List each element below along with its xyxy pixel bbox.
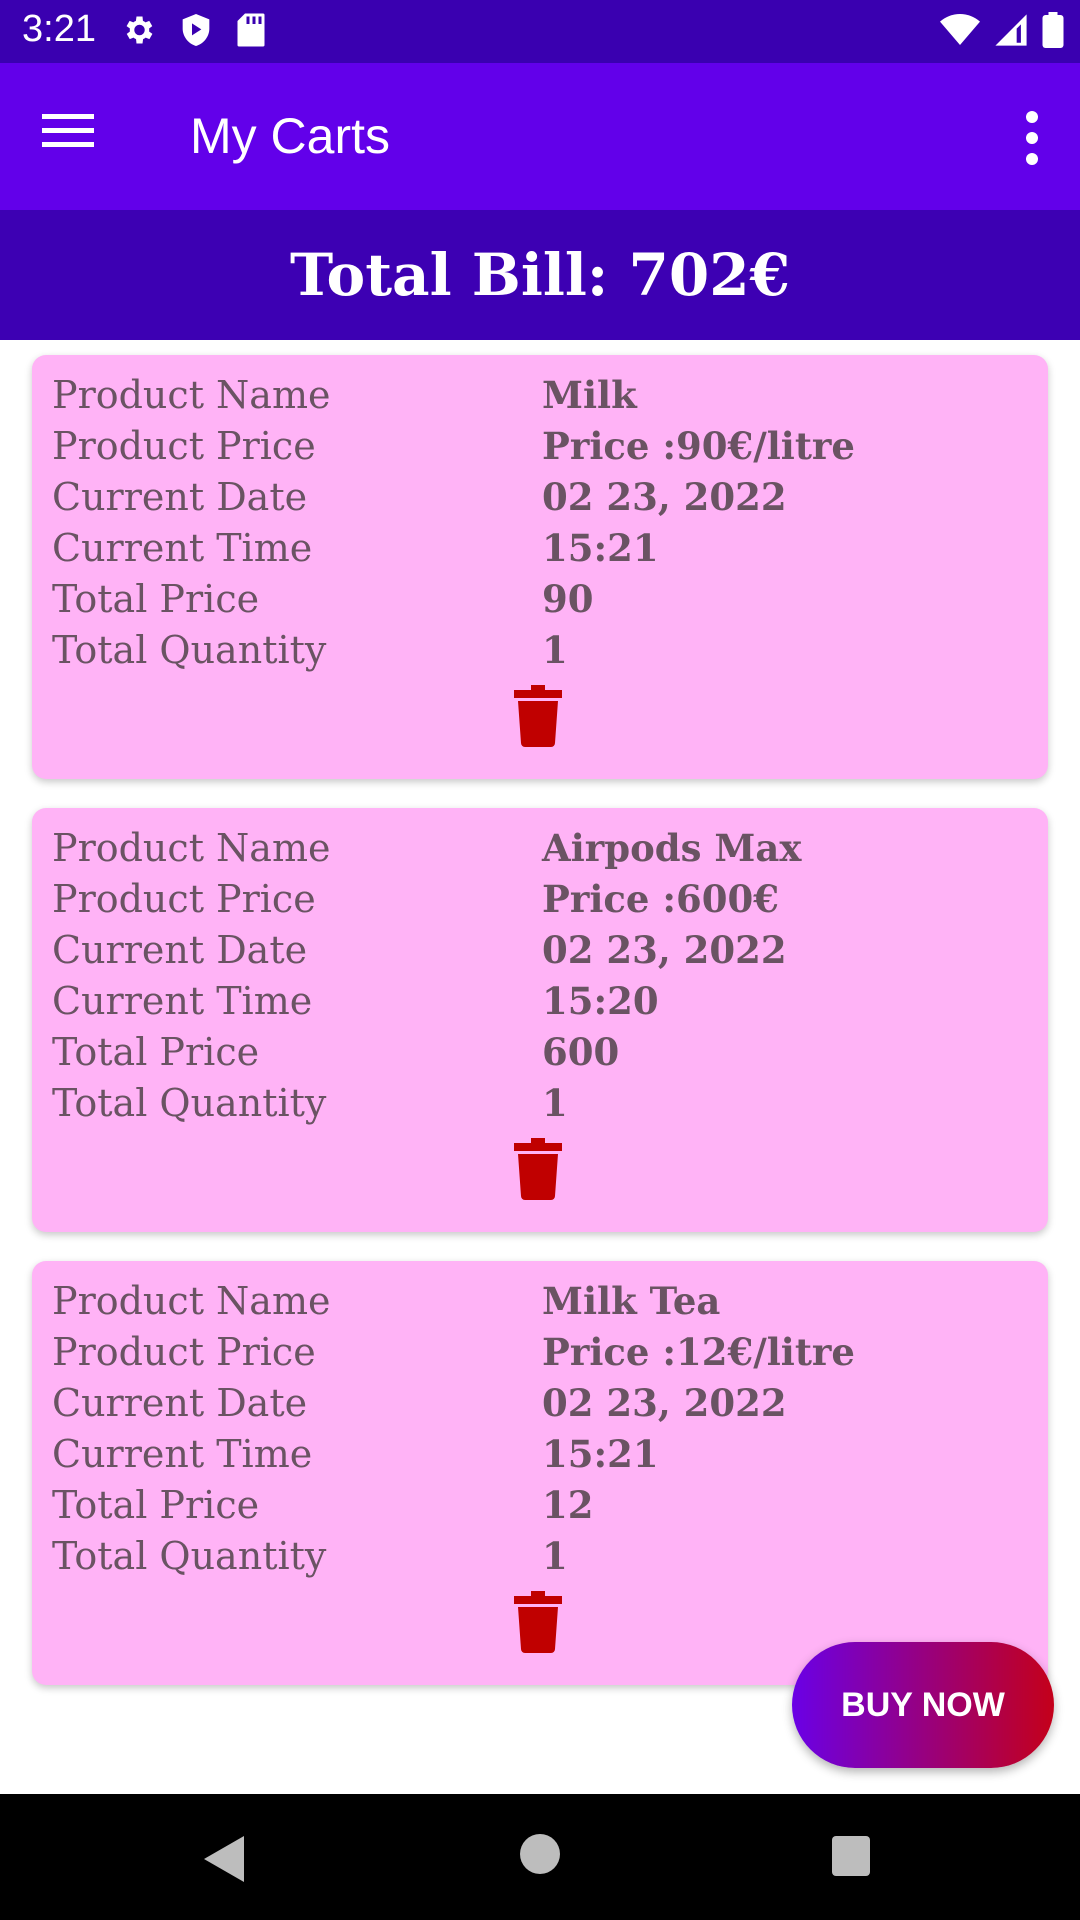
product-name-row: Product Name Milk [52, 373, 1032, 424]
current-date-row: Current Date 02 23, 2022 [52, 475, 1032, 526]
current-date-value: 02 23, 2022 [542, 1381, 787, 1425]
cart-item: Product Name Milk Product Price Price :9… [32, 355, 1048, 779]
total-quantity-value: 1 [542, 628, 568, 672]
current-time-value: 15:21 [542, 526, 659, 570]
buy-now-button[interactable]: BUY NOW [792, 1642, 1054, 1768]
signal-icon [995, 14, 1027, 46]
page-title: My Carts [190, 108, 390, 164]
cart-list: Product Name Milk Product Price Price :9… [0, 340, 1080, 1700]
product-name-value: Airpods Max [542, 826, 802, 870]
current-date-label: Current Date [52, 1381, 308, 1425]
battery-icon [1042, 12, 1064, 48]
product-price-label: Product Price [52, 877, 316, 921]
trash-icon [514, 1138, 562, 1200]
current-time-label: Current Time [52, 526, 313, 570]
delete-button[interactable] [514, 1591, 578, 1659]
cart-item: Product Name Airpods Max Product Price P… [32, 808, 1048, 1232]
total-quantity-label: Total Quantity [52, 1081, 327, 1125]
total-price-row: Total Price 90 [52, 577, 1032, 628]
trash-icon [514, 1591, 562, 1653]
trash-icon [514, 685, 562, 747]
menu-button[interactable] [42, 111, 102, 161]
delete-button[interactable] [514, 1138, 578, 1206]
current-date-label: Current Date [52, 475, 308, 519]
shield-play-icon [182, 14, 210, 46]
product-name-label: Product Name [52, 826, 331, 870]
hamburger-menu-icon [42, 114, 94, 147]
app-bar: My Carts [0, 63, 1080, 210]
total-quantity-label: Total Quantity [52, 628, 327, 672]
total-quantity-row: Total Quantity 1 [52, 1081, 1032, 1132]
product-price-row: Product Price Price :600€ [52, 877, 1032, 928]
current-date-value: 02 23, 2022 [542, 928, 787, 972]
product-name-value: Milk Tea [542, 1279, 721, 1323]
product-name-value: Milk [542, 373, 637, 417]
current-time-value: 15:20 [542, 979, 659, 1023]
more-vert-icon [1026, 111, 1038, 165]
current-time-value: 15:21 [542, 1432, 659, 1476]
total-price-row: Total Price 600 [52, 1030, 1032, 1081]
product-name-row: Product Name Airpods Max [52, 826, 1032, 877]
product-price-label: Product Price [52, 424, 316, 468]
total-price-value: 600 [542, 1030, 620, 1074]
product-price-row: Product Price Price :12€/litre [52, 1330, 1032, 1381]
product-price-value: Price :90€/litre [542, 424, 855, 468]
current-date-row: Current Date 02 23, 2022 [52, 1381, 1032, 1432]
current-date-value: 02 23, 2022 [542, 475, 787, 519]
current-time-row: Current Time 15:21 [52, 1432, 1032, 1483]
total-quantity-row: Total Quantity 1 [52, 1534, 1032, 1585]
current-time-label: Current Time [52, 979, 313, 1023]
back-icon[interactable] [200, 1834, 248, 1884]
delete-button[interactable] [514, 685, 578, 753]
total-quantity-row: Total Quantity 1 [52, 628, 1032, 679]
product-price-value: Price :600€ [542, 877, 779, 921]
total-price-label: Total Price [52, 1030, 260, 1074]
total-price-label: Total Price [52, 577, 260, 621]
current-date-label: Current Date [52, 928, 308, 972]
total-quantity-label: Total Quantity [52, 1534, 327, 1578]
wifi-icon [940, 14, 980, 45]
current-date-row: Current Date 02 23, 2022 [52, 928, 1032, 979]
current-time-label: Current Time [52, 1432, 313, 1476]
sd-card-icon [237, 13, 265, 47]
home-icon[interactable] [520, 1834, 560, 1874]
total-bill: Total Bill: 702€ [0, 210, 1080, 340]
total-price-value: 90 [542, 577, 594, 621]
total-quantity-value: 1 [542, 1081, 568, 1125]
total-price-label: Total Price [52, 1483, 260, 1527]
product-price-value: Price :12€/litre [542, 1330, 855, 1374]
total-quantity-value: 1 [542, 1534, 568, 1578]
total-price-value: 12 [542, 1483, 594, 1527]
overflow-menu-button[interactable] [1004, 103, 1060, 173]
product-name-label: Product Name [52, 1279, 331, 1323]
total-price-row: Total Price 12 [52, 1483, 1032, 1534]
product-price-row: Product Price Price :90€/litre [52, 424, 1032, 475]
navigation-bar [0, 1794, 1080, 1920]
status-bar: 3:21 [0, 0, 1080, 63]
product-price-label: Product Price [52, 1330, 316, 1374]
product-name-row: Product Name Milk Tea [52, 1279, 1032, 1330]
status-icons-left [120, 12, 266, 48]
status-icons-right [940, 12, 1064, 48]
current-time-row: Current Time 15:20 [52, 979, 1032, 1030]
current-time-row: Current Time 15:21 [52, 526, 1032, 577]
settings-icon [126, 16, 153, 44]
product-name-label: Product Name [52, 373, 331, 417]
status-time: 3:21 [22, 8, 96, 50]
cart-item: Product Name Milk Tea Product Price Pric… [32, 1261, 1048, 1685]
recents-icon[interactable] [832, 1836, 870, 1876]
